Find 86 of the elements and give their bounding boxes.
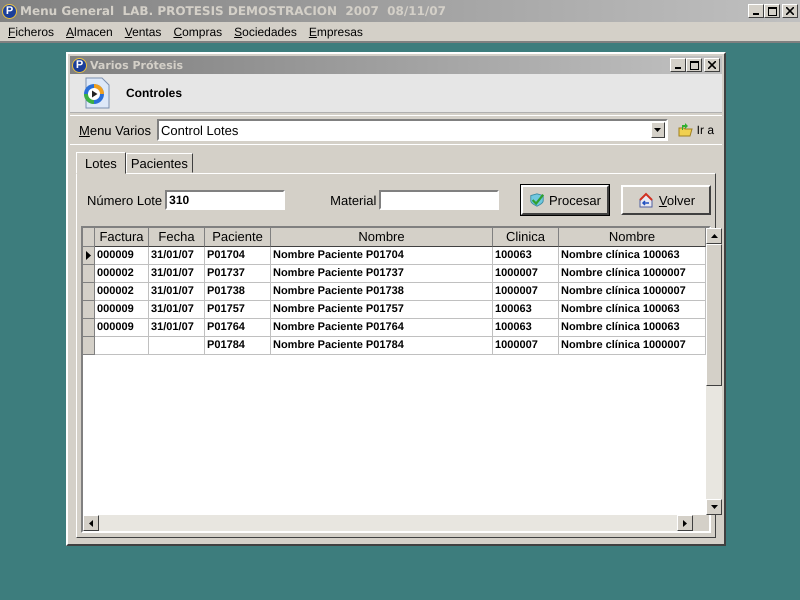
vertical-scrollbar[interactable] bbox=[706, 228, 722, 515]
field-label: Menu Varios bbox=[79, 122, 152, 138]
table-cell: 1000007 bbox=[493, 265, 559, 283]
column-header[interactable]: Nombre bbox=[559, 228, 706, 247]
minimize-button[interactable] bbox=[670, 58, 686, 72]
dropdown-arrow-icon bbox=[654, 128, 662, 132]
table-cell: Nombre Paciente P01704 bbox=[271, 247, 493, 265]
right-arrow-icon bbox=[683, 520, 687, 526]
table-cell: Nombre Paciente P01764 bbox=[271, 319, 493, 337]
field-label: Material bbox=[330, 192, 376, 208]
tab[interactable]: Lotes bbox=[76, 152, 126, 174]
table-cell: P01704 bbox=[205, 247, 271, 265]
table-cell: 31/01/07 bbox=[149, 319, 205, 337]
table-cell: 31/01/07 bbox=[149, 265, 205, 283]
app-logo-icon: P bbox=[2, 4, 17, 18]
down-arrow-icon bbox=[710, 505, 718, 509]
table-cell: 100063 bbox=[493, 247, 559, 265]
table-cell: 100063 bbox=[493, 319, 559, 337]
table-cell: P01764 bbox=[205, 319, 271, 337]
row-indicator[interactable] bbox=[83, 247, 95, 265]
table-cell: 31/01/07 bbox=[149, 301, 205, 319]
maximize-button[interactable] bbox=[686, 58, 702, 72]
input-field[interactable] bbox=[379, 190, 500, 210]
table-cell bbox=[149, 337, 205, 355]
scrollbar-corner bbox=[693, 515, 709, 531]
current-row-icon bbox=[86, 251, 91, 260]
close-icon bbox=[786, 7, 794, 15]
horizontal-scrollbar[interactable] bbox=[83, 515, 709, 531]
table-cell: Nombre Paciente P01757 bbox=[271, 301, 493, 319]
field-label: Número Lote bbox=[87, 192, 162, 208]
dropdown-button[interactable] bbox=[650, 122, 665, 138]
close-icon bbox=[708, 61, 716, 69]
tab[interactable]: Pacientes bbox=[126, 153, 193, 173]
table-cell: 1000007 bbox=[493, 283, 559, 301]
table-cell: 000009 bbox=[95, 319, 149, 337]
table-cell: P01784 bbox=[205, 337, 271, 355]
window-title: Varios Prótesis bbox=[90, 58, 184, 72]
app-logo-icon: P bbox=[72, 58, 87, 72]
process-button[interactable]: Procesar bbox=[521, 185, 609, 215]
menu-dropdown[interactable]: Control Lotes bbox=[157, 119, 668, 141]
header-title: Controles bbox=[126, 86, 182, 100]
table-cell: Nombre Paciente P01737 bbox=[271, 265, 493, 283]
table-cell: P01738 bbox=[205, 283, 271, 301]
menu-item[interactable]: Compras bbox=[167, 24, 228, 38]
table-cell: 100063 bbox=[493, 301, 559, 319]
table-cell: 000002 bbox=[95, 265, 149, 283]
back-button[interactable]: Volver bbox=[621, 185, 711, 215]
maximize-button[interactable] bbox=[764, 4, 780, 18]
table-cell: 1000007 bbox=[493, 337, 559, 355]
table-cell bbox=[95, 337, 149, 355]
column-header[interactable]: Fecha bbox=[149, 228, 205, 247]
house-arrow-icon bbox=[636, 192, 655, 208]
menu-item[interactable]: Ventas bbox=[118, 24, 168, 38]
folder-arrow-icon bbox=[678, 123, 694, 137]
table-cell: 000009 bbox=[95, 247, 149, 265]
menu-item[interactable]: Empresas bbox=[302, 24, 369, 38]
scroll-down-button[interactable] bbox=[706, 499, 722, 515]
maximize-icon bbox=[690, 60, 698, 70]
menu-item[interactable]: Almacen bbox=[60, 24, 119, 38]
shield-check-icon bbox=[529, 192, 545, 208]
column-header[interactable]: Clinica bbox=[493, 228, 559, 247]
scroll-thumb[interactable] bbox=[706, 244, 722, 386]
left-arrow-icon bbox=[89, 520, 93, 526]
up-arrow-icon bbox=[710, 234, 718, 238]
scroll-up-button[interactable] bbox=[706, 228, 722, 244]
go-button[interactable]: Ir a bbox=[674, 123, 718, 137]
column-header[interactable]: Nombre bbox=[271, 228, 493, 247]
maximize-icon bbox=[768, 6, 776, 16]
table-cell: P01757 bbox=[205, 301, 271, 319]
table-cell: Nombre Paciente P01784 bbox=[271, 337, 493, 355]
menu-item[interactable]: Sociedades bbox=[228, 24, 303, 38]
close-button[interactable] bbox=[704, 58, 720, 72]
column-header[interactable]: Factura bbox=[95, 228, 149, 247]
table-cell: 000002 bbox=[95, 283, 149, 301]
table-cell: P01737 bbox=[205, 265, 271, 283]
table-cell: Nombre Paciente P01738 bbox=[271, 283, 493, 301]
input-field[interactable]: 310 bbox=[165, 190, 286, 210]
minimize-button[interactable] bbox=[748, 4, 764, 18]
table-cell: 31/01/07 bbox=[149, 283, 205, 301]
table-cell: 31/01/07 bbox=[149, 247, 205, 265]
column-header[interactable]: Paciente bbox=[205, 228, 271, 247]
menu-item[interactable]: Ficheros bbox=[2, 24, 60, 38]
table-cell: 000009 bbox=[95, 301, 149, 319]
scroll-right-button[interactable] bbox=[677, 515, 693, 531]
close-button[interactable] bbox=[782, 4, 798, 18]
scroll-left-button[interactable] bbox=[83, 515, 99, 531]
